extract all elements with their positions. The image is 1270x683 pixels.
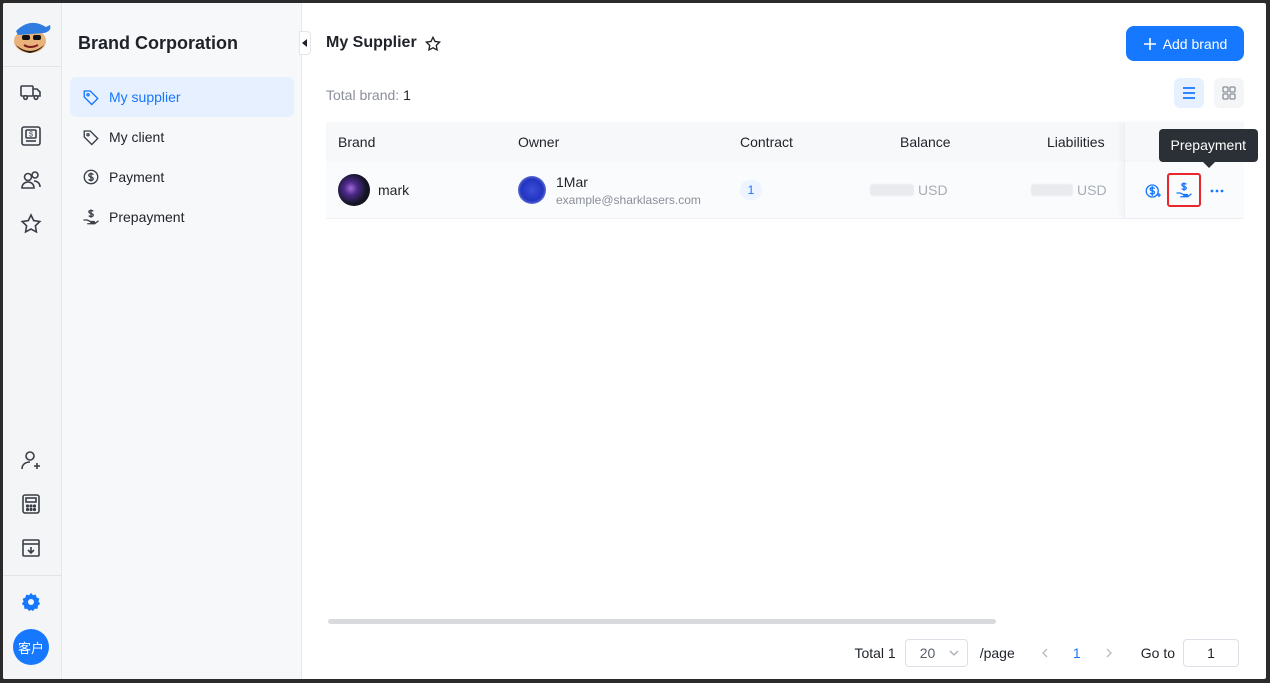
sidebar-item-my-client[interactable]: My client <box>70 117 294 157</box>
tag-icon <box>82 88 100 106</box>
owner-email: example@sharklasers.com <box>556 192 701 207</box>
brand-table: Brand Owner Contract Balance Liabilities… <box>326 122 1244 219</box>
icon-rail: $ 客户 <box>3 3 62 679</box>
user-avatar[interactable]: 客户 <box>13 629 49 665</box>
truck-icon[interactable] <box>18 79 44 105</box>
liabilities-cell: USD <box>1031 162 1107 218</box>
payment-action-icon[interactable] <box>1141 179 1165 203</box>
table-header: Brand Owner Contract Balance Liabilities <box>326 122 1244 162</box>
prepayment-action-icon[interactable] <box>1167 173 1201 207</box>
tag-icon <box>82 128 100 146</box>
contract-cell: 1 <box>740 162 762 218</box>
list-view-button[interactable] <box>1174 78 1204 108</box>
sidebar-menu: My supplier My client Payment Prepayment <box>70 77 294 237</box>
add-brand-label: Add brand <box>1162 35 1228 52</box>
actions-cell <box>1124 162 1244 218</box>
list-icon <box>1183 87 1195 99</box>
star-icon[interactable] <box>18 211 44 237</box>
app-window: $ 客户 Brand Corporation My supplier My cl… <box>3 3 1266 679</box>
sidebar-title: Brand Corporation <box>78 33 238 53</box>
more-actions-icon[interactable] <box>1205 179 1229 203</box>
chevron-right-icon <box>1106 648 1112 658</box>
brand-logo <box>338 174 370 206</box>
calculator-icon[interactable] <box>18 491 44 517</box>
owner-name: 1Mar <box>556 173 588 190</box>
pagination-total: Total 1 <box>854 645 896 661</box>
app-logo[interactable] <box>10 15 54 55</box>
balance-value-blurred <box>870 184 914 196</box>
brand-name[interactable]: mark <box>378 182 409 198</box>
owner-avatar <box>518 176 546 204</box>
column-header-brand: Brand <box>338 134 376 150</box>
users-icon[interactable] <box>18 167 44 193</box>
horizontal-scrollbar[interactable] <box>328 619 996 624</box>
total-brand: Total brand: 1 <box>326 87 411 103</box>
goto-label: Go to <box>1140 645 1175 661</box>
total-brand-value: 1 <box>403 87 411 103</box>
sidebar-item-label: Prepayment <box>109 209 185 225</box>
chevron-left-icon <box>1041 648 1048 658</box>
sidebar-item-label: My supplier <box>109 89 181 105</box>
plus-icon <box>1143 37 1156 50</box>
hand-dollar-icon <box>82 208 100 226</box>
user-add-icon[interactable] <box>18 447 44 473</box>
page-number-1[interactable]: 1 <box>1065 645 1089 661</box>
sidebar-item-prepayment[interactable]: Prepayment <box>70 197 294 237</box>
settings-icon[interactable] <box>18 589 44 615</box>
page-title: My Supplier <box>326 34 417 51</box>
page-size-value: 20 <box>919 645 936 661</box>
column-header-liabilities: Liabilities <box>1047 134 1105 150</box>
secondary-sidebar: Brand Corporation My supplier My client … <box>62 3 311 679</box>
owner-cell: 1Mar example@sharklasers.com <box>518 162 701 218</box>
column-header-owner: Owner <box>518 134 560 150</box>
main-content: My Supplier Add brand Total brand: 1 Bra… <box>302 3 1266 679</box>
prepayment-tooltip: Prepayment <box>1158 129 1258 168</box>
prev-page-button[interactable] <box>1035 648 1055 658</box>
rail-divider <box>3 575 62 576</box>
svg-text:$: $ <box>29 132 33 139</box>
sidebar-item-my-supplier[interactable]: My supplier <box>70 77 294 117</box>
brand-cell: mark <box>338 162 409 218</box>
grid-icon <box>1222 86 1236 100</box>
total-brand-label: Total brand: <box>326 87 400 103</box>
sidebar-item-label: My client <box>109 129 165 145</box>
add-brand-button[interactable]: Add brand <box>1126 26 1244 61</box>
grid-view-button[interactable] <box>1214 78 1244 108</box>
page-size-select[interactable]: 20 <box>904 639 968 667</box>
dollar-circle-icon <box>82 168 100 186</box>
per-page-label: /page <box>979 645 1015 661</box>
liabilities-currency: USD <box>1077 182 1107 198</box>
sidebar-item-payment[interactable]: Payment <box>70 157 294 197</box>
invoice-icon[interactable]: $ <box>18 123 44 149</box>
chevron-down-icon <box>949 650 959 656</box>
table-row[interactable]: mark 1Mar example@sharklasers.com 1 USD <box>326 162 1244 219</box>
balance-cell: USD <box>870 162 948 218</box>
favorite-star-icon[interactable] <box>424 35 442 56</box>
next-page-button[interactable] <box>1099 648 1119 658</box>
goto-page-input[interactable] <box>1183 639 1239 667</box>
sidebar-item-label: Payment <box>109 169 165 185</box>
download-box-icon[interactable] <box>18 535 44 561</box>
balance-currency: USD <box>918 182 948 198</box>
column-header-balance: Balance <box>900 134 951 150</box>
column-header-contract: Contract <box>740 134 793 150</box>
pagination: Total 1 20 /page 1 Go to <box>854 639 1239 667</box>
rail-divider <box>3 66 62 67</box>
liabilities-value-blurred <box>1031 184 1073 196</box>
contract-count-badge[interactable]: 1 <box>740 180 762 200</box>
